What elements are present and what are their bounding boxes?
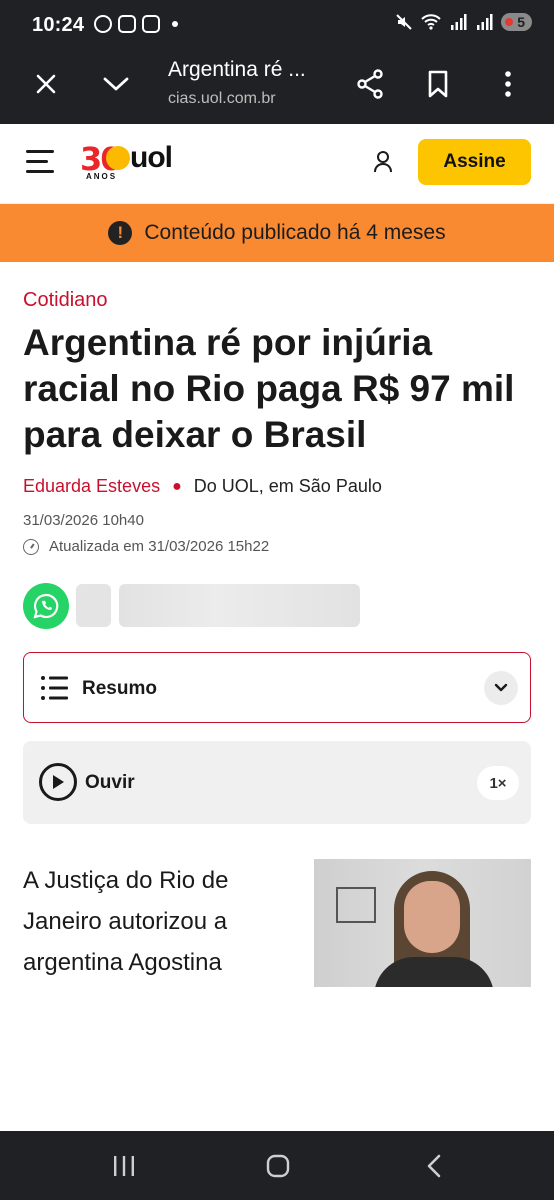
article-headline: Argentina ré por injúria racial no Rio p… [23,322,515,455]
logo-anos: ANOS [86,172,118,181]
instagram-notification-icon [118,15,136,33]
status-time: 10:24 [32,14,85,36]
author-name[interactable]: Eduarda Esteves [23,476,160,497]
summary-label: Resumo [82,678,157,699]
page-title[interactable]: Argentina ré ... [168,58,306,82]
logo-brand: uol [130,141,173,174]
system-navigation-bar [0,1131,554,1200]
listen-label[interactable]: Ouvir [85,772,135,794]
video-thumbnail[interactable] [314,859,531,987]
share-placeholder-small [76,584,111,627]
wall-frame-shape [336,887,376,923]
banner-text: Conteúdo publicado há 4 meses [144,221,446,244]
signal-icon [451,14,467,30]
bookmark-icon[interactable] [416,62,460,106]
back-icon[interactable] [421,1153,447,1179]
audio-player: Ouvir 1× [23,741,531,824]
publish-date: 31/03/2026 10h40 [23,512,144,529]
more-notifications-dot [172,21,178,27]
article-category[interactable]: Cotidiano [23,289,108,312]
byline-separator: ● [172,477,182,495]
menu-icon[interactable] [26,150,54,174]
updated-date-row: Atualizada em 31/03/2026 15h22 [23,538,269,555]
whatsapp-share-icon[interactable] [23,583,69,629]
share-placeholder-wide [119,584,360,627]
clock-icon [23,538,39,555]
chevron-down-icon[interactable] [94,62,138,106]
chevron-down-icon[interactable] [484,671,518,705]
status-bar: 10:24 5 [0,0,554,48]
playback-speed-button[interactable]: 1× [477,766,519,800]
wifi-icon [421,14,441,30]
page-url[interactable]: cias.uol.com.br [168,90,276,108]
uol-logo[interactable]: 30 uol ANOS [80,140,190,184]
browser-toolbar: Argentina ré ... cias.uol.com.br [0,48,554,124]
article-source: Do UOL, em São Paulo [193,476,382,496]
byline: Eduarda Esteves ● Do UOL, em São Paulo [23,476,382,497]
site-header: 30 uol ANOS Assine [0,124,554,204]
system-icons: 5 [395,13,532,31]
battery-indicator: 5 [501,13,532,31]
close-icon[interactable] [24,62,68,106]
recent-apps-icon[interactable] [111,1153,137,1179]
article-body-text: A Justiça do Rio de Janeiro autorizou a … [23,867,229,976]
updated-date: Atualizada em 31/03/2026 15h22 [49,538,270,555]
home-icon[interactable] [265,1153,291,1179]
mute-icon [396,14,412,30]
more-vertical-icon[interactable] [486,62,530,106]
content-age-banner: ! Conteúdo publicado há 4 meses [0,204,554,262]
play-icon[interactable] [39,763,77,801]
alert-icon: ! [108,221,133,245]
notification-icons [94,15,178,33]
user-icon[interactable] [372,150,394,174]
logo-sun-shape [106,146,130,170]
list-icon [40,675,68,701]
person-face-shape [404,881,460,953]
subscribe-button[interactable]: Assine [418,139,531,185]
summary-accordion[interactable]: Resumo [23,652,531,723]
signal-icon-2 [477,14,493,30]
instagram-notification-icon-2 [142,15,160,33]
whatsapp-notification-icon [94,15,112,33]
share-icon[interactable] [348,62,392,106]
